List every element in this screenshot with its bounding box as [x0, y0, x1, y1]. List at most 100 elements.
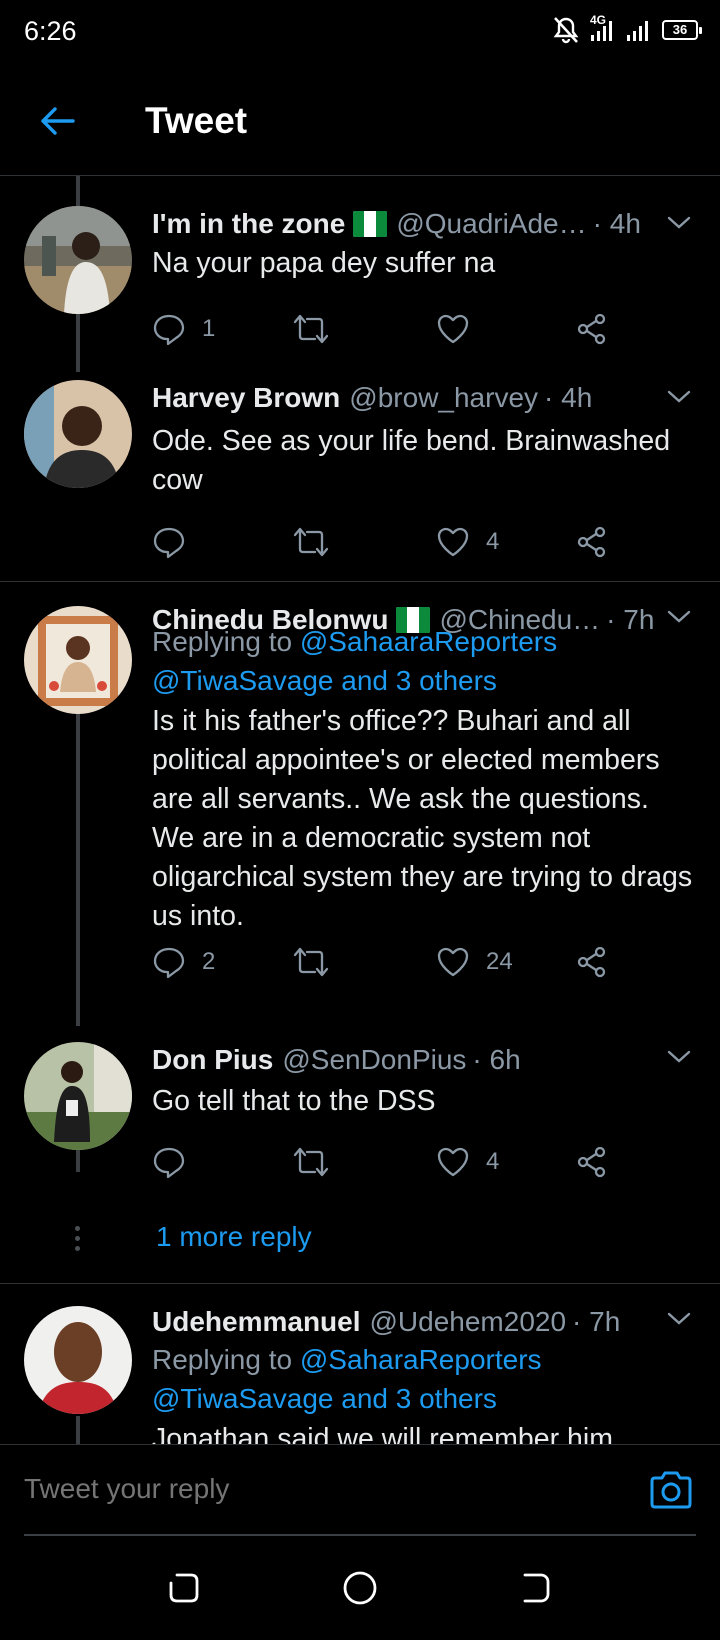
tweet-text: Is it his father's office?? Buhari and a… [152, 705, 693, 932]
reply-icon [153, 314, 185, 346]
retweet-button[interactable] [292, 309, 330, 349]
share-button[interactable] [576, 1142, 608, 1182]
more-replies-dots [75, 1226, 81, 1251]
like-button[interactable]: 4 [436, 1142, 499, 1182]
share-icon [577, 313, 606, 345]
mention-link[interactable]: @TiwaSavage and 3 others [152, 1383, 497, 1414]
tweet-actions: 2 24 [152, 942, 622, 982]
like-button[interactable]: 4 [436, 522, 499, 562]
status-icons: 4G 36 [553, 13, 702, 44]
back-nav-icon [523, 1573, 550, 1603]
back-button[interactable] [32, 96, 82, 146]
display-name[interactable]: Udehemmanuel [152, 1306, 361, 1338]
avatar[interactable] [24, 1042, 132, 1150]
replying-to-label: Replying to [152, 1344, 300, 1375]
share-button[interactable] [576, 522, 608, 562]
like-count: 4 [486, 1148, 500, 1175]
user-handle[interactable]: @brow_harvey [349, 382, 538, 414]
user-handle[interactable]: @QuadriAde… [396, 208, 586, 240]
retweet-button[interactable] [292, 1142, 330, 1182]
tweet[interactable]: Harvey Brown @brow_harvey · 4h Ode. See … [0, 372, 720, 582]
replies-feed[interactable]: I'm in the zone @QuadriAde… · 4h Na your… [0, 176, 720, 1444]
timestamp: · 4h [544, 382, 593, 413]
reply-count: 1 [202, 315, 216, 342]
reply-button[interactable] [152, 522, 186, 562]
tweet[interactable]: I'm in the zone @QuadriAde… · 4h Na your… [0, 176, 720, 376]
tweet-text: Go tell that to the DSS [152, 1085, 436, 1117]
home-button[interactable] [338, 1566, 382, 1610]
timestamp: · 7h [572, 1306, 621, 1337]
avatar[interactable] [24, 206, 132, 314]
share-button[interactable] [576, 309, 608, 349]
retweet-button[interactable] [292, 942, 330, 982]
avatar[interactable] [24, 606, 132, 714]
retweet-button[interactable] [292, 522, 330, 562]
user-handle[interactable]: @SenDonPius [282, 1044, 466, 1076]
retweet-icon [293, 314, 329, 344]
tweet[interactable]: Don Pius @SenDonPius · 6h Go tell that t… [0, 1022, 720, 1222]
reply-icon [153, 527, 185, 559]
reply-input[interactable] [24, 1467, 584, 1511]
status-time: 6:26 [24, 16, 77, 46]
tweet-actions: 1 [152, 309, 622, 349]
back-nav-button[interactable] [514, 1566, 558, 1610]
reply-button[interactable]: 2 [152, 942, 215, 982]
recents-icon [169, 1573, 199, 1603]
page-title: Tweet [145, 100, 248, 141]
share-icon [577, 946, 606, 978]
retweet-icon [293, 1147, 329, 1177]
user-handle[interactable]: @Udehem2020 [370, 1306, 567, 1338]
reply-icon [153, 1147, 185, 1179]
share-icon [577, 526, 606, 558]
tweet[interactable]: Chinedu Belonwu @Chinedu… · 7h Replying … [0, 582, 720, 1022]
display-name[interactable]: Don Pius [152, 1044, 273, 1076]
nigeria-flag-icon [353, 211, 388, 237]
reply-button[interactable] [152, 1142, 186, 1182]
app-header: Tweet [0, 66, 720, 176]
retweet-icon [293, 947, 329, 977]
mention-link[interactable]: @TiwaSavage and 3 others [152, 665, 497, 696]
like-count: 4 [486, 528, 500, 555]
share-button[interactable] [576, 942, 608, 982]
tweet[interactable]: Udehemmanuel @Udehem2020 · 7h Replying t… [0, 1284, 720, 1444]
tweet-actions: 4 [152, 1142, 622, 1182]
network-signal-icon: 4G [588, 13, 616, 43]
tweet-text: Jonathan said we will remember him [152, 1423, 613, 1444]
tweet-text: Ode. See as your life bend. Brainwashed … [152, 425, 671, 496]
replying-to: Replying to @SaharaReporters @TiwaSavage… [152, 1340, 696, 1418]
display-name[interactable]: I'm in the zone [152, 208, 345, 240]
battery-indicator: 36 [662, 20, 702, 40]
more-replies-link[interactable]: 1 more reply [156, 1221, 312, 1253]
back-arrow-icon [41, 107, 75, 135]
reply-count: 2 [202, 948, 216, 975]
share-icon [577, 1146, 606, 1178]
like-button[interactable] [436, 309, 470, 349]
mention-link[interactable]: @SahaaraReporters [300, 626, 557, 657]
tweet-text: Na your papa dey suffer na [152, 247, 496, 279]
mention-link[interactable]: @SaharaReporters [300, 1344, 542, 1375]
chevron-down-icon[interactable] [664, 1304, 694, 1334]
display-name[interactable]: Harvey Brown [152, 382, 340, 414]
like-icon [437, 947, 469, 977]
camera-icon[interactable] [648, 1469, 694, 1511]
chevron-down-icon[interactable] [664, 1042, 694, 1072]
reply-composer [0, 1444, 720, 1536]
tweet-header: I'm in the zone @QuadriAde… · 4h [152, 204, 658, 244]
chevron-down-icon[interactable] [664, 208, 694, 238]
timestamp: · 4h [592, 208, 641, 239]
recents-button[interactable] [162, 1566, 206, 1610]
chevron-down-icon[interactable] [664, 382, 694, 412]
timestamp: · 6h [472, 1044, 521, 1075]
like-icon [437, 1147, 469, 1177]
avatar[interactable] [24, 1306, 132, 1414]
like-icon [437, 314, 469, 344]
mute-bell-icon [553, 17, 579, 44]
system-nav-bar [0, 1536, 720, 1640]
avatar[interactable] [24, 380, 132, 488]
retweet-icon [293, 527, 329, 557]
home-icon [343, 1571, 377, 1605]
like-button[interactable]: 24 [436, 942, 513, 982]
like-icon [437, 527, 469, 557]
reply-button[interactable]: 1 [152, 309, 215, 349]
status-bar: 6:26 4G 36 [0, 0, 720, 66]
